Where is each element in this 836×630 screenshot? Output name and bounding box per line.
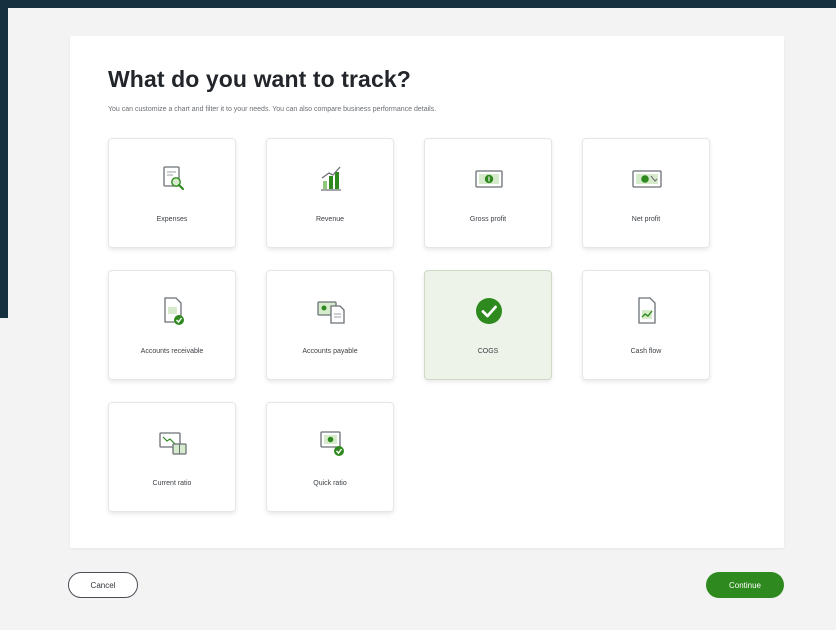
option-current-ratio[interactable]: Current ratio [108,402,236,512]
option-net-profit[interactable]: Net profit [582,138,710,248]
revenue-icon [321,166,341,191]
option-revenue[interactable]: Revenue [266,138,394,248]
option-label: Quick ratio [313,480,347,487]
backdrop-side [0,0,8,318]
option-label: Gross profit [469,216,507,223]
accounts-payable-icon [317,301,345,324]
cancel-button[interactable]: Cancel [68,572,138,598]
net-profit-icon [632,170,662,188]
dialog-title: What do you want to track? [108,66,411,92]
checkmark-icon [476,298,502,324]
backdrop-top [0,0,836,8]
option-accounts-payable[interactable]: Accounts payable [266,270,394,380]
option-expenses[interactable]: Expenses [108,138,236,248]
cash-flow-icon [638,297,656,324]
option-cogs[interactable]: COGS [424,270,552,380]
quick-ratio-icon [320,431,344,456]
option-label: Net profit [631,216,661,223]
current-ratio-icon [159,432,187,455]
accounts-receivable-icon [164,297,184,325]
option-gross-profit[interactable]: Gross profit [424,138,552,248]
option-label: Accounts payable [302,348,358,355]
option-label: Accounts receivable [140,348,204,355]
option-label: Cash flow [630,348,662,355]
option-label: Revenue [315,216,345,223]
dialog-subtitle: You can customize a chart and filter it … [108,106,437,113]
option-label: Current ratio [152,480,192,487]
continue-button[interactable]: Continue [706,572,784,598]
gross-profit-icon [475,170,503,188]
option-label: Expenses [156,216,188,223]
track-dialog: What do you want to track? You can custo… [70,36,784,548]
option-quick-ratio[interactable]: Quick ratio [266,402,394,512]
option-cash-flow[interactable]: Cash flow [582,270,710,380]
option-label: COGS [477,348,499,355]
expenses-icon [163,166,184,190]
option-accounts-receivable[interactable]: Accounts receivable [108,270,236,380]
